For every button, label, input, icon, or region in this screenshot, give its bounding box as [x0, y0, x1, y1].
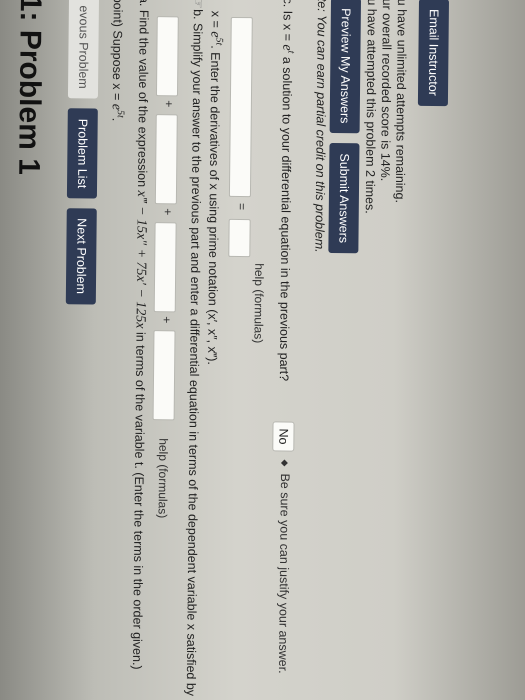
part-b-text: b. Simplify your answer to the previous …	[183, 9, 205, 697]
plus-sign-2: +	[160, 208, 175, 216]
problem-intro: point) Suppose x = e5t.	[108, 0, 127, 121]
plus-sign-3: +	[159, 316, 174, 324]
answer-buttons: Preview My Answers Submit Answers	[328, 0, 362, 254]
part-b-line2-exponent: 5t	[213, 37, 225, 46]
plus-sign-1: +	[161, 100, 176, 108]
part-a-prefix: a. Find the value of the expression	[134, 0, 152, 191]
part-b-line2-suffix: . Enter the derivatives of x using prime…	[205, 45, 223, 365]
score-status: ur overall recorded score is 14%.	[378, 0, 395, 182]
part-c-suffix: a solution to your differential equation…	[276, 53, 295, 382]
intro-exponent: 5t	[114, 109, 126, 118]
email-area: Email Instructor	[417, 0, 450, 107]
remaining-status: u have unlimited attempts remaining.	[392, 0, 410, 204]
part-a-answer-3[interactable]	[153, 222, 177, 313]
email-instructor-button[interactable]: Email Instructor	[417, 0, 450, 107]
part-c-question: c. Is x = et a solution to your differen…	[275, 0, 297, 381]
submit-answers-button[interactable]: Submit Answers	[328, 143, 360, 254]
hand-pointer-icon: ☞	[190, 0, 208, 10]
part-a-question: a. Find the value of the expression x‴ −…	[128, 0, 151, 670]
part-b-help-link[interactable]: help (formulas)	[251, 263, 266, 343]
webwork-problem-screen: 1: Problem 1 evous Problem Problem List …	[0, 0, 525, 700]
equals-sign: =	[234, 202, 249, 211]
preview-answers-button[interactable]: Preview My Answers	[329, 0, 362, 134]
part-b-question-line-2: x = e5t. Enter the derivatives of x usin…	[203, 11, 225, 365]
part-c-prefix: c. Is x =	[280, 0, 295, 45]
part-b-line2-prefix: x =	[208, 10, 223, 32]
part-b-right-answer[interactable]	[228, 218, 251, 258]
part-b-left-answer[interactable]	[228, 16, 253, 198]
photo-background: 1: Problem 1 evous Problem Problem List …	[0, 0, 525, 700]
intro-suffix: .	[109, 117, 124, 122]
next-problem-button[interactable]: Next Problem	[65, 208, 97, 305]
attempts-status: u have attempted this problem 2 times.	[362, 0, 380, 214]
select-arrow-icon[interactable]: ◆	[279, 459, 290, 466]
part-a-suffix: in terms of the variable t. (Enter the t…	[129, 328, 148, 670]
intro-text: point) Suppose x =	[109, 0, 125, 104]
page-title: 1: Problem 1	[12, 0, 48, 176]
part-c-justify-note: Be sure you can justify your answer.	[275, 473, 293, 674]
part-a-answer-2[interactable]	[154, 114, 178, 205]
problem-list-button[interactable]: Problem List	[66, 108, 98, 199]
problem-navigation: evous Problem Problem List Next Problem	[65, 0, 100, 305]
partial-credit-note: te: You can earn partial credit on this …	[312, 0, 330, 253]
part-a-expression: x‴ − 15x″ + 75x′ − 125x	[132, 190, 149, 329]
part-a-answer-4[interactable]	[152, 330, 176, 421]
part-c-answer-select[interactable]: No	[272, 421, 295, 452]
part-a-help-link[interactable]: help (formulas)	[156, 438, 171, 518]
part-a-answer-1[interactable]	[155, 16, 179, 97]
previous-problem-button[interactable]: evous Problem	[67, 0, 100, 99]
selected-value: No	[276, 428, 291, 445]
